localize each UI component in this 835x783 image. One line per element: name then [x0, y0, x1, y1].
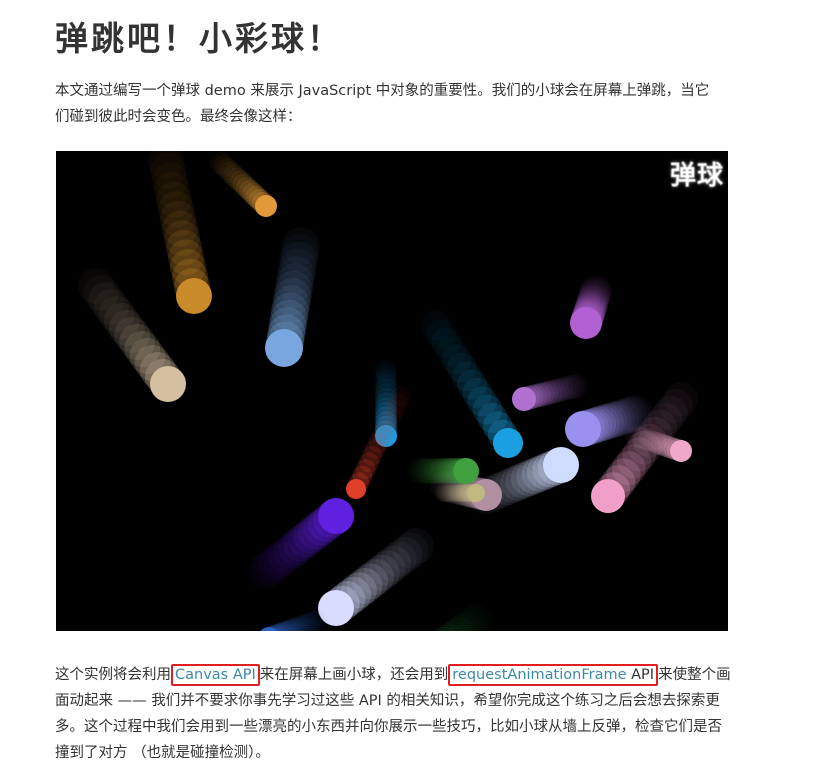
body-text-part2: 来在屏幕上画小球，还会用到 — [259, 667, 449, 683]
ball — [512, 374, 588, 411]
api-suffix-label: API — [626, 667, 655, 683]
ball-circle — [255, 195, 277, 217]
ball-circle — [565, 411, 601, 447]
page-title: 弹跳吧！小彩球！ — [55, 19, 343, 58]
ball-circle — [570, 307, 602, 339]
ball — [248, 498, 354, 589]
ball-circle — [467, 484, 485, 502]
ball — [148, 151, 212, 314]
ball — [408, 458, 479, 484]
ball-circle — [318, 498, 354, 534]
ball-circle — [150, 366, 186, 402]
bouncing-balls-demo: 弹球 — [56, 151, 728, 631]
demo-canvas — [78, 151, 698, 631]
ball — [318, 528, 434, 626]
ball — [210, 152, 277, 217]
ball — [434, 604, 493, 631]
body-text-part1: 这个实例将会利用 — [55, 667, 171, 683]
request-animation-frame-link-label: requestAnimationFrame — [452, 667, 627, 683]
ball — [260, 610, 327, 631]
ball-circle — [265, 329, 303, 367]
demo-watermark: 弹球 — [669, 161, 724, 191]
ball — [435, 484, 485, 502]
ball — [570, 275, 612, 339]
ball-circle — [591, 479, 625, 513]
ball — [421, 311, 523, 458]
ball-circle — [176, 278, 212, 314]
ball-circle — [346, 479, 366, 499]
ball-circle — [670, 440, 692, 462]
ball-circle — [543, 447, 579, 483]
body-paragraph: 这个实例将会利用 Canvas API 来在屏幕上画小球，还会用到 requestAn… — [55, 662, 735, 766]
ball-circle — [493, 428, 523, 458]
ball-circle — [453, 458, 479, 484]
ball — [78, 268, 186, 402]
ball-circle — [512, 387, 536, 411]
request-animation-frame-link[interactable]: requestAnimationFrame API — [448, 664, 659, 686]
canvas-api-link[interactable]: Canvas API — [171, 664, 260, 686]
ball — [265, 227, 320, 367]
intro-paragraph: 本文通过编写一个弹球 demo 来展示 JavaScript 中对象的重要性。我… — [55, 83, 710, 125]
